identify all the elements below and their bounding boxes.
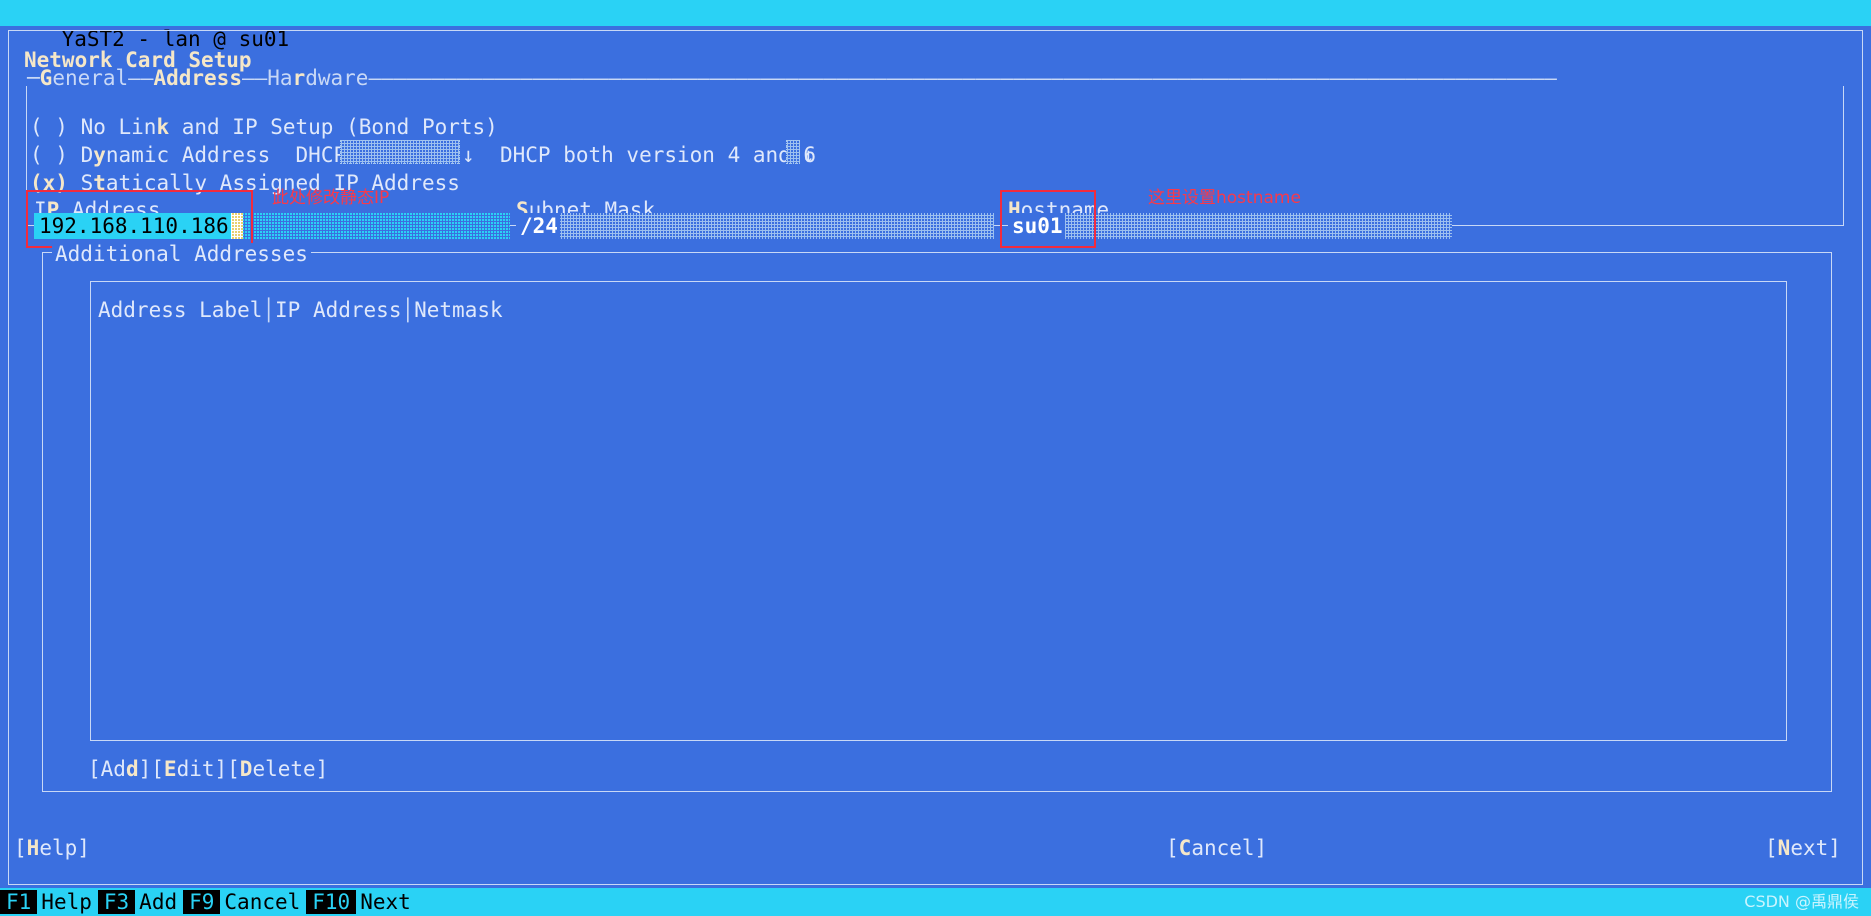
additional-addresses-label: Additional Addresses <box>52 243 311 265</box>
radio-static-hotkey: t <box>93 171 106 195</box>
text-cursor <box>230 213 243 239</box>
next-button-pre: [ <box>1765 836 1778 860</box>
additional-addresses-table[interactable] <box>90 281 1787 741</box>
ip-address-value: 192.168.110.186 <box>34 213 231 239</box>
cancel-button-hotkey: C <box>1178 836 1192 860</box>
dhcp-mode-combo-arrow-icon[interactable]: ↓ <box>802 141 815 169</box>
edit-button-pre: [ <box>151 757 164 781</box>
delete-button-post: elete] <box>252 757 329 781</box>
radio-dynamic-address[interactable]: ( ) Dynamic Address DHCP <box>30 141 346 169</box>
window-titlebar: YaST2 - lan @ su01 <box>0 0 1871 51</box>
fkey-f3[interactable]: F3 <box>97 890 136 914</box>
fkey-f9-label[interactable]: Cancel <box>220 890 307 914</box>
radio-no-link-pre: No Lin <box>80 115 157 139</box>
fkey-f1[interactable]: F1 <box>0 890 38 914</box>
next-button[interactable]: [Next] <box>1765 834 1841 862</box>
radio-no-link-hotkey: k <box>156 115 170 139</box>
table-col-sep-1: │ <box>262 298 276 322</box>
cancel-button-pre: [ <box>1166 836 1179 860</box>
radio-dynamic-post: namic Address DHCP <box>105 143 347 167</box>
subnet-mask-input[interactable]: /24 <box>516 213 994 239</box>
help-button-hotkey: H <box>26 836 40 860</box>
table-header-row: Address Label│IP Address│Netmask <box>98 296 503 324</box>
radio-dynamic-pre: D <box>80 143 94 167</box>
dhcp-version-combo-arrow-icon[interactable]: ↓ <box>462 141 475 169</box>
help-button-post: elp] <box>39 836 90 860</box>
edit-button-post: dit] <box>176 757 228 781</box>
hostname-value: su01 <box>1008 213 1065 239</box>
fkey-f10-label[interactable]: Next <box>356 890 417 914</box>
fkey-f1-label[interactable]: Help <box>37 890 98 914</box>
watermark: CSDN @禹鼎侯 <box>1744 892 1859 911</box>
subnet-mask-value: /24 <box>516 213 560 239</box>
next-button-post: ext] <box>1790 836 1841 860</box>
table-col-ip-address: IP Address <box>275 298 402 322</box>
cancel-button-post: ancel] <box>1191 836 1268 860</box>
delete-button-hotkey: D <box>239 757 253 781</box>
annotation-text-hostname: 这里设置hostname <box>1148 188 1301 208</box>
dhcp-mode-label[interactable]: DHCP both version 4 and 6 <box>500 141 816 169</box>
edit-button-hotkey: E <box>163 757 177 781</box>
fkey-f3-label[interactable]: Add <box>135 890 184 914</box>
hostname-input[interactable]: su01 <box>1008 213 1452 239</box>
function-key-bar: F1 Help F3 Add F9 Cancel F10 Next <box>0 888 1871 916</box>
delete-button[interactable]: [Delete] <box>227 757 328 781</box>
radio-no-link[interactable]: ( ) No Link and IP Setup (Bond Ports) <box>30 113 498 141</box>
next-button-hotkey: N <box>1777 836 1791 860</box>
add-button-post: ] <box>138 757 152 781</box>
radio-static-pre: S <box>80 171 94 195</box>
add-button[interactable]: [Add] <box>88 757 151 781</box>
radio-static-marker: (x) <box>30 171 81 195</box>
delete-button-pre: [ <box>227 757 240 781</box>
edit-button[interactable]: [Edit] <box>151 757 227 781</box>
add-button-hotkey: d <box>125 757 139 781</box>
radio-dynamic-hotkey: y <box>93 143 106 167</box>
annotation-text-ip: 此处修改静态IP <box>272 188 390 208</box>
add-button-pre: [Ad <box>88 757 126 781</box>
table-action-buttons: [Add][Edit][Delete] <box>88 755 328 783</box>
radio-no-link-post: and IP Setup (Bond Ports) <box>169 115 498 139</box>
ip-address-input[interactable]: 192.168.110.186 <box>34 213 510 239</box>
dhcp-mode-combo[interactable] <box>786 140 800 164</box>
table-col-address-label: Address Label <box>98 298 263 322</box>
help-button[interactable]: [Help] <box>14 834 90 862</box>
fkey-f9[interactable]: F9 <box>183 890 221 914</box>
cancel-button[interactable]: [Cancel] <box>1166 834 1267 862</box>
terminal-screen: YaST2 - lan @ su01 Network Card Setup ─G… <box>0 0 1871 916</box>
radio-dynamic-marker: ( ) <box>30 143 81 167</box>
dhcp-version-combo[interactable] <box>340 140 460 164</box>
help-button-pre: [ <box>14 836 27 860</box>
radio-static-address[interactable]: (x) Statically Assigned IP Address <box>30 169 460 197</box>
fkey-f10[interactable]: F10 <box>306 890 357 914</box>
table-col-netmask: Netmask <box>414 298 503 322</box>
radio-no-link-marker: ( ) <box>30 115 81 139</box>
table-col-sep-2: │ <box>401 298 415 322</box>
